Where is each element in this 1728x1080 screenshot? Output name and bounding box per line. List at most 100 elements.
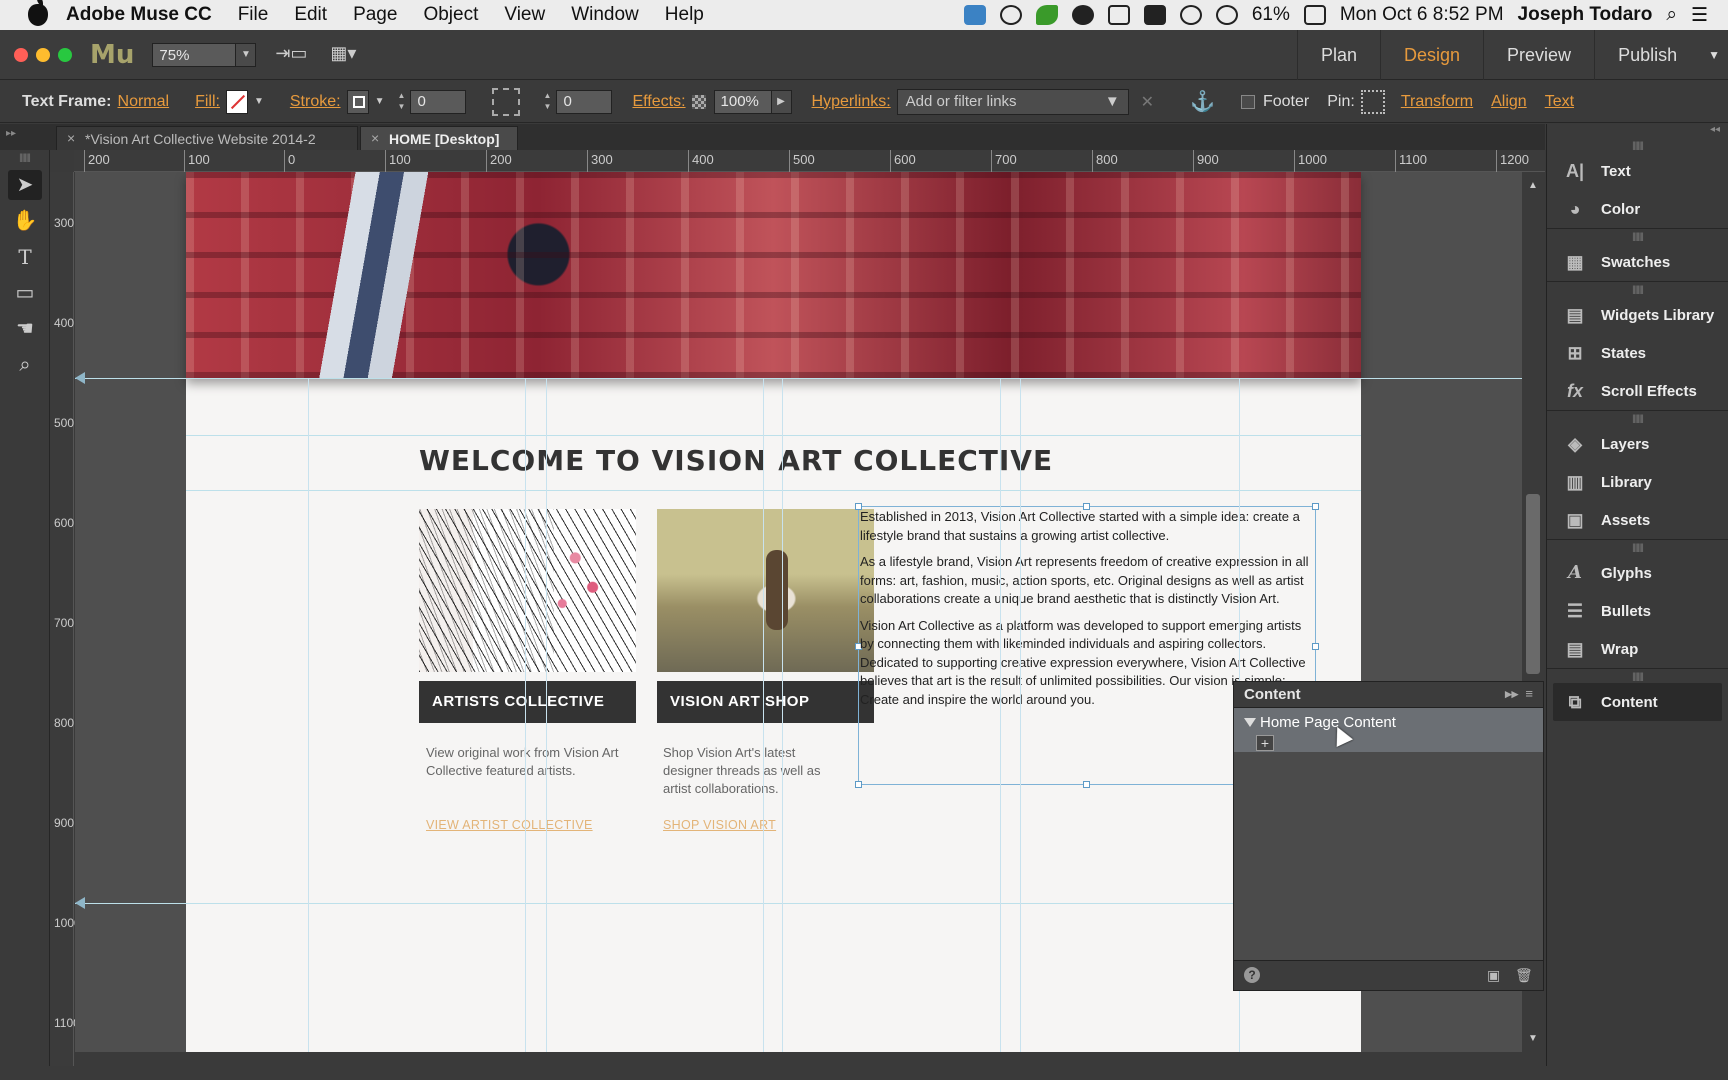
crop-tool-icon[interactable]: ✋	[8, 206, 42, 236]
scroll-down-icon[interactable]: ▼	[1528, 1033, 1538, 1044]
menu-window[interactable]: Window	[571, 4, 639, 26]
fill-swatch[interactable]	[225, 89, 248, 114]
stroke-stepper-icon[interactable]: ▲ ▼	[394, 90, 408, 114]
mode-publish[interactable]: Publish	[1594, 30, 1700, 80]
artists-collective-text[interactable]: View original work from Vision Art Colle…	[426, 744, 631, 780]
guide-line[interactable]	[782, 378, 783, 1052]
effects-link[interactable]: Effects:	[632, 93, 685, 111]
scrollbar-thumb[interactable]	[1526, 494, 1540, 674]
zoom-tool-icon[interactable]: ⌕	[8, 350, 42, 380]
horizontal-scrollbar[interactable]	[74, 1052, 1545, 1066]
stroke-link[interactable]: Stroke:	[290, 93, 341, 111]
panel-grip[interactable]: ||||||||	[1547, 229, 1728, 243]
guide-line[interactable]	[525, 378, 526, 1052]
panel-color[interactable]: ◕ Color	[1547, 190, 1728, 228]
menu-view[interactable]: View	[504, 4, 545, 26]
guide-line[interactable]	[186, 435, 1361, 436]
transform-link[interactable]: Transform	[1401, 93, 1473, 111]
lock-icon[interactable]	[1143, 5, 1166, 25]
resize-handle[interactable]	[855, 781, 862, 788]
mode-preview[interactable]: Preview	[1483, 30, 1594, 80]
mode-design[interactable]: Design	[1380, 30, 1483, 80]
app-name[interactable]: Adobe Muse CC	[66, 4, 212, 26]
content-panel-header[interactable]: Content ▸▸ ≡	[1234, 682, 1543, 708]
apple-icon[interactable]	[28, 0, 48, 26]
anchor-icon[interactable]: ⚓	[1190, 89, 1215, 114]
menu-page[interactable]: Page	[353, 4, 397, 26]
guide-line[interactable]	[546, 378, 547, 1052]
vision-art-shop-image[interactable]	[657, 509, 874, 672]
panel-glyphs[interactable]: A Glyphs	[1547, 554, 1728, 592]
panel-grip[interactable]: ||||||||	[1547, 282, 1728, 296]
guide-line[interactable]	[1000, 378, 1001, 1052]
zoom-level-field[interactable]: 75%	[152, 42, 237, 67]
panel-swatches[interactable]: ▦ Swatches	[1547, 243, 1728, 281]
hyperlinks-dropdown[interactable]: Add or filter links ▼	[896, 88, 1129, 115]
guide-line[interactable]	[763, 378, 764, 1052]
guide-line[interactable]	[186, 490, 1361, 491]
scroll-up-icon[interactable]: ▲	[1528, 180, 1538, 191]
clear-link-icon[interactable]: ✕	[1141, 92, 1154, 112]
text-frame-state-link[interactable]: Normal	[118, 93, 170, 111]
fill-dropdown-icon[interactable]: ▼	[254, 96, 264, 107]
panel-scroll-effects[interactable]: fx Scroll Effects	[1547, 372, 1728, 410]
opacity-field[interactable]: 100%	[713, 89, 772, 114]
evernote-icon[interactable]	[1035, 5, 1058, 25]
wifi-icon[interactable]	[1215, 5, 1238, 25]
publish-dropdown-icon[interactable]: ▼	[1700, 30, 1728, 80]
text-tool-icon[interactable]: T	[8, 242, 42, 272]
panel-bullets[interactable]: ☰ Bullets	[1547, 592, 1728, 630]
vision-art-shop-text[interactable]: Shop Vision Art's latest designer thread…	[663, 744, 843, 798]
home-page-content-row[interactable]: Home Page Content +	[1234, 708, 1543, 752]
time-machine-icon[interactable]	[1179, 5, 1202, 25]
menu-object[interactable]: Object	[423, 4, 478, 26]
opacity-arrow-icon[interactable]: ▶	[771, 89, 792, 114]
tab-site-plan[interactable]: × *Vision Art Collective Website 2014-2	[56, 126, 358, 150]
record-icon[interactable]	[999, 5, 1022, 25]
panel-content[interactable]: ⧉ Content	[1553, 683, 1722, 721]
panel-wrap[interactable]: ▤ Wrap	[1547, 630, 1728, 668]
spotlight-search-icon[interactable]: ⌕	[1666, 4, 1677, 26]
panel-library[interactable]: ▥ Library	[1547, 463, 1728, 501]
panel-grip[interactable]: ||||||||	[1547, 540, 1728, 554]
align-link[interactable]: Align	[1491, 93, 1527, 111]
notification-center-icon[interactable]: ☰	[1691, 4, 1708, 27]
menu-help[interactable]: Help	[665, 4, 704, 26]
artists-collective-title[interactable]: ARTISTS COLLECTIVE	[419, 681, 636, 723]
new-content-icon[interactable]: ▣	[1487, 967, 1503, 983]
collapse-dock-icon[interactable]: ◂◂	[1547, 124, 1728, 138]
selection-tool-icon[interactable]: ➤	[8, 170, 42, 200]
panel-grip[interactable]: ||||||||	[1547, 411, 1728, 425]
fill-link[interactable]: Fill:	[195, 93, 220, 111]
header-marker-icon[interactable]	[75, 372, 85, 384]
guide-line[interactable]	[308, 378, 309, 1052]
stroke-swatch[interactable]	[346, 89, 369, 114]
welcome-heading[interactable]: WELCOME TO VISION ART COLLECTIVE	[419, 444, 1053, 477]
resize-handle[interactable]	[1083, 781, 1090, 788]
guide-line[interactable]	[1020, 378, 1021, 1052]
panel-text[interactable]: A| Text	[1547, 152, 1728, 190]
airplay-icon[interactable]	[1107, 5, 1130, 25]
panel-widgets-library[interactable]: ▤ Widgets Library	[1547, 296, 1728, 334]
workspace-layout-icon[interactable]: ▦▾	[326, 43, 360, 67]
header-banner-image[interactable]	[186, 172, 1361, 378]
footer-marker-icon[interactable]	[75, 897, 85, 909]
place-file-icon[interactable]: ⇥▭	[274, 43, 308, 67]
app-tray-icon[interactable]	[1071, 5, 1094, 25]
panel-grip[interactable]: ||||||||	[1547, 669, 1728, 683]
page-artboard[interactable]: WELCOME TO VISION ART COLLECTIVE ARTISTS…	[186, 172, 1361, 1052]
minimize-window-icon[interactable]	[36, 47, 50, 62]
trash-icon[interactable]: 🗑	[1515, 967, 1533, 983]
hyperlinks-link[interactable]: Hyperlinks:	[812, 93, 891, 111]
panel-layers[interactable]: ◈ Layers	[1547, 425, 1728, 463]
zoom-dropdown-icon[interactable]: ▼	[236, 42, 257, 67]
pin-grid-icon[interactable]	[1360, 89, 1385, 114]
help-icon[interactable]: ?	[1244, 967, 1260, 983]
maximize-window-icon[interactable]	[58, 47, 72, 62]
tab-home-desktop[interactable]: × HOME [Desktop]	[360, 126, 518, 150]
disclosure-triangle-icon[interactable]	[1244, 718, 1256, 727]
corner-radius-field[interactable]: 0	[556, 89, 613, 114]
vision-art-shop-title[interactable]: VISION ART SHOP	[657, 681, 874, 723]
user-name[interactable]: Joseph Todaro	[1518, 4, 1653, 26]
panel-menu-icon[interactable]: ▸▸ ≡	[1505, 686, 1533, 702]
